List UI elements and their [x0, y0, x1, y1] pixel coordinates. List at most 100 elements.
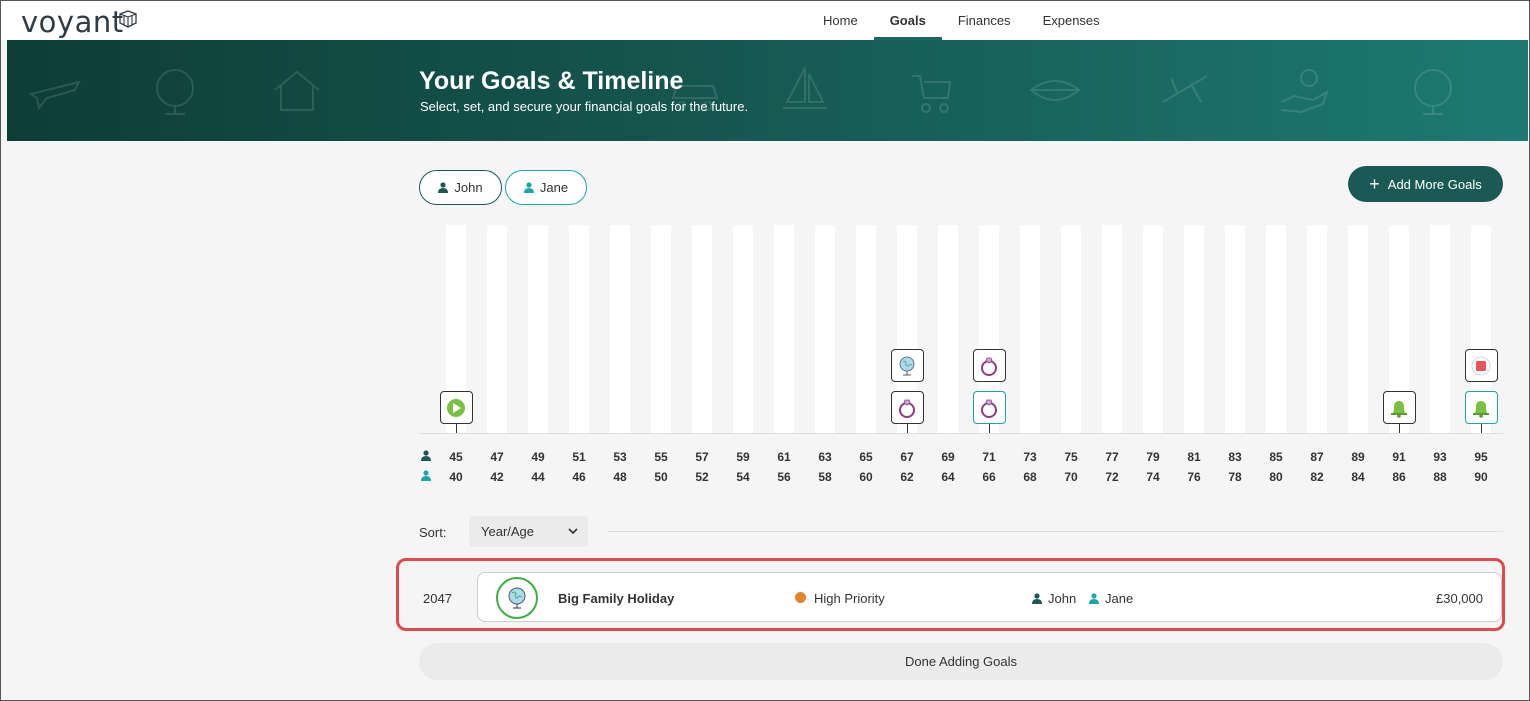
filter-john-button[interactable]: John	[419, 170, 502, 205]
age-label: 84	[1351, 470, 1365, 484]
plus-icon: +	[1369, 174, 1380, 194]
age-label: 53	[613, 450, 627, 464]
timeline-column	[733, 225, 753, 434]
bell-icon	[1473, 400, 1489, 418]
timeline-goal-marker[interactable]	[439, 391, 473, 424]
nav-home[interactable]: Home	[807, 1, 874, 40]
age-label: 56	[777, 470, 791, 484]
age-label: 67	[900, 450, 914, 464]
nav-goals[interactable]: Goals	[873, 1, 942, 40]
timeline-column	[692, 225, 712, 434]
age-label: 74	[1146, 470, 1160, 484]
age-label: 46	[572, 470, 586, 484]
timeline-goal-marker[interactable]	[1382, 391, 1416, 424]
filter-jane-button[interactable]: Jane	[505, 170, 587, 205]
age-label: 50	[654, 470, 668, 484]
age-label: 60	[859, 470, 873, 484]
age-label: 40	[449, 470, 463, 484]
age-label: 49	[531, 450, 545, 464]
age-label: 75	[1064, 450, 1078, 464]
page-title: Your Goals & Timeline	[419, 67, 684, 95]
age-label: 83	[1228, 450, 1242, 464]
goal-owner-jane: Jane	[1089, 591, 1133, 606]
age-label: 72	[1105, 470, 1119, 484]
globe-decor-icon	[156, 69, 194, 115]
age-label: 76	[1187, 470, 1201, 484]
plane-decor-icon	[28, 80, 81, 111]
age-label: 87	[1310, 450, 1324, 464]
filter-jane-label: Jane	[539, 180, 569, 195]
marker-stem	[907, 424, 908, 433]
sort-value: Year/Age	[481, 524, 535, 539]
timeline-goal-marker[interactable]	[972, 391, 1006, 424]
timeline-column	[1020, 225, 1040, 434]
age-label: 48	[613, 470, 627, 484]
sort-select[interactable]: Year/Age	[469, 516, 588, 547]
age-label: 91	[1392, 450, 1406, 464]
timeline-column	[856, 225, 876, 434]
timeline-column	[938, 225, 958, 434]
timeline-column	[1266, 225, 1286, 434]
jane-age-row: 40 42 44 46 48 50 52 54 56 58 60 62 64 66 68 70 72 74 76 78…	[419, 470, 1503, 486]
goal-amount: £30,000	[1436, 591, 1483, 606]
timeline-goal-marker[interactable]	[1464, 391, 1498, 424]
age-label: 80	[1269, 470, 1283, 484]
lips-decor-icon	[1029, 80, 1081, 101]
age-label: 90	[1474, 470, 1488, 484]
globe-icon	[508, 587, 526, 609]
goal-icon-badge	[496, 577, 538, 619]
age-label: 62	[900, 470, 914, 484]
age-label: 44	[531, 470, 545, 484]
timeline-goal-marker[interactable]	[1464, 349, 1498, 382]
sailboat-decor-icon	[783, 67, 827, 109]
marker-stem	[1399, 424, 1400, 433]
house-decor-icon	[274, 70, 320, 111]
timeline-column	[569, 225, 589, 434]
bell-icon	[1391, 400, 1407, 418]
logo[interactable]: voyant	[21, 5, 124, 39]
person-icon	[1089, 593, 1099, 604]
hand-coin-decor-icon	[1280, 69, 1329, 114]
age-label: 79	[1146, 450, 1160, 464]
main-nav: Home Goals Finances Expenses	[807, 1, 1116, 40]
stop-icon	[1471, 356, 1491, 375]
age-label: 52	[695, 470, 709, 484]
age-label: 95	[1474, 450, 1488, 464]
nav-finances[interactable]: Finances	[942, 1, 1027, 40]
age-label: 81	[1187, 450, 1201, 464]
age-label: 58	[818, 470, 832, 484]
add-more-goals-button[interactable]: + Add More Goals	[1348, 166, 1503, 202]
john-age-row: 45 47 49 51 53 55 57 59 61 63 65 67 69 71 73 75 77 79 81 83…	[419, 450, 1503, 466]
age-label: 82	[1310, 470, 1324, 484]
age-label: 78	[1228, 470, 1242, 484]
timeline-goal-marker[interactable]	[890, 349, 924, 382]
age-label: 66	[982, 470, 996, 484]
priority-dot	[795, 592, 806, 603]
age-label: 71	[982, 450, 996, 464]
age-label: 70	[1064, 470, 1078, 484]
timeline-column	[1061, 225, 1081, 434]
age-label: 61	[777, 450, 791, 464]
age-label: 63	[818, 450, 832, 464]
goal-priority: High Priority	[814, 591, 885, 606]
person-icon	[438, 182, 449, 193]
marker-stem	[1481, 424, 1482, 433]
timeline-column	[1348, 225, 1368, 434]
age-label: 51	[572, 450, 586, 464]
timeline-column	[651, 225, 671, 434]
pram-decor-icon	[912, 75, 952, 113]
airplane-decor-icon	[1162, 75, 1208, 103]
ring-icon	[899, 399, 915, 418]
age-label: 54	[736, 470, 750, 484]
timeline-column	[774, 225, 794, 434]
filter-john-label: John	[454, 180, 483, 195]
timeline-goal-marker[interactable]	[890, 391, 924, 424]
goal-name: Big Family Holiday	[558, 591, 675, 606]
nav-expenses[interactable]: Expenses	[1027, 1, 1116, 40]
age-label: 57	[695, 450, 709, 464]
timeline-goal-marker[interactable]	[972, 349, 1006, 382]
done-adding-goals-button[interactable]: Done Adding Goals	[419, 643, 1503, 680]
goal-card[interactable]: Big Family Holiday High Priority John Ja…	[477, 572, 1502, 622]
age-label: 86	[1392, 470, 1406, 484]
goal-owner-john-label: John	[1048, 591, 1077, 606]
